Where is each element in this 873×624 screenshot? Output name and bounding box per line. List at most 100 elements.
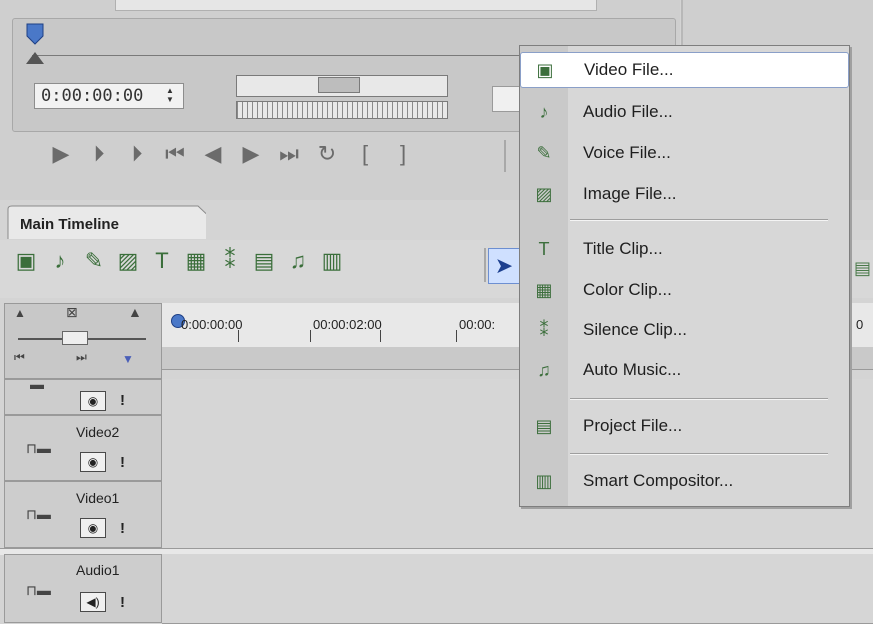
menu-item-smart-compositor[interactable]: ▥ Smart Compositor... (520, 463, 849, 499)
add-title-clip-icon[interactable]: T (150, 246, 174, 276)
cursor-arrow-icon: ➤ (494, 253, 514, 278)
track-flag-icon: ! (120, 454, 125, 471)
storyboard-icon[interactable]: ▤ (854, 258, 871, 279)
menu-item-color-clip[interactable]: ▦ Color Clip... (520, 272, 849, 308)
mark-in-icon[interactable]: [ (352, 134, 378, 174)
menu-item-audio-file[interactable]: ♪ Audio File... (520, 94, 849, 130)
menu-item-label: Auto Music... (583, 360, 682, 379)
lock-icon[interactable]: ⊓▬ (26, 582, 51, 599)
menu-item-label: Video File... (584, 60, 674, 79)
silence-clip-icon: ⁑ (539, 319, 549, 340)
ruler-tick (238, 330, 239, 342)
top-strip (115, 0, 597, 11)
menu-item-image-file[interactable]: ▨ Image File... (520, 176, 849, 212)
menu-item-silence-clip[interactable]: ⁑ Silence Clip... (520, 312, 849, 348)
menu-item-voice-file[interactable]: ✎ Voice File... (520, 135, 849, 171)
menu-item-label: Title Clip... (583, 239, 663, 258)
video-file-icon: ▣ (536, 59, 554, 80)
lock-icon[interactable]: ⊓▬ (26, 440, 51, 457)
track-flag-icon: ! (120, 520, 125, 537)
auto-music-icon: ♫ (537, 359, 551, 380)
add-color-clip-icon[interactable]: ▦ (184, 246, 208, 276)
volume-field[interactable] (492, 86, 522, 112)
go-to-end-icon[interactable]: ⏭ (276, 134, 302, 174)
menu-item-video-file[interactable]: ▣ Video File... (520, 52, 849, 88)
timecode-value: 0:00:00:00 (41, 86, 144, 106)
menu-separator (570, 398, 828, 400)
ruler-label: 0 (856, 317, 864, 332)
ruler-tick (380, 330, 381, 342)
track-flag-icon: ! (120, 392, 125, 409)
visibility-eye-icon[interactable]: ◉ (80, 391, 106, 411)
zoom-out-icon[interactable]: ▲ (14, 306, 26, 320)
add-project-file-icon[interactable]: ▤ (252, 246, 276, 276)
add-audio-file-icon[interactable]: ♪ (48, 246, 72, 276)
title-clip-icon: T (538, 238, 550, 259)
zoom-slider-knob[interactable] (62, 331, 88, 345)
previous-edit-icon[interactable]: ⏮ (14, 350, 25, 365)
fit-timeline-icon[interactable]: ⊠ (66, 304, 78, 321)
menu-item-label: Color Clip... (583, 280, 672, 299)
ruler-label: 0:00:00:00 (181, 317, 243, 332)
add-image-file-icon[interactable]: ▨ (116, 246, 140, 276)
track-options-dropdown-icon[interactable]: ▼ (122, 352, 134, 366)
lock-icon[interactable]: ⊓▬ (26, 506, 51, 523)
menu-item-label: Project File... (583, 416, 683, 435)
ruler-label: 00:00: (459, 317, 496, 332)
go-to-start-icon[interactable]: ⏮ (162, 134, 188, 174)
add-auto-music-icon[interactable]: ♫ (286, 246, 310, 276)
next-frame-icon[interactable]: ▶ (238, 134, 264, 174)
project-file-icon: ▤ (535, 415, 553, 436)
visibility-eye-icon[interactable]: ◉ (80, 452, 106, 472)
speaker-icon[interactable]: ◀) (80, 592, 106, 612)
menu-separator (570, 219, 828, 221)
toolbar-separator (484, 248, 486, 282)
play-icon[interactable]: ▶ (48, 134, 74, 174)
next-edit-icon[interactable]: ⏭ (76, 350, 87, 365)
tab-main-timeline[interactable]: Main Timeline (20, 216, 119, 233)
loop-icon[interactable]: ↻ (314, 134, 340, 174)
ruler-label: 00:00:02:00 (313, 317, 382, 332)
previous-frame-icon[interactable]: ◀ (200, 134, 226, 174)
track-name: Video1 (76, 490, 120, 506)
add-video-file-icon[interactable]: ▣ (14, 246, 38, 276)
menu-separator (570, 453, 828, 455)
timecode-display[interactable]: 0:00:00:00 (34, 83, 184, 109)
menu-item-label: Smart Compositor... (583, 471, 734, 490)
smart-compositor-icon[interactable]: ▥ (320, 246, 344, 276)
toolbar-icon-group: ▣ ♪ ✎ ▨ T ▦ ⁑ ▤ ♫ ▥ (14, 246, 344, 276)
menu-item-label: Audio File... (583, 102, 673, 121)
ruler-tick (456, 330, 457, 342)
menu-item-auto-music[interactable]: ♫ Auto Music... (520, 352, 849, 388)
menu-item-label: Image File... (583, 184, 677, 203)
track-name: Audio1 (76, 562, 120, 578)
track-name: Video2 (76, 424, 120, 440)
select-tool-button[interactable]: ➤ (488, 248, 520, 284)
menu-item-project-file[interactable]: ▤ Project File... (520, 408, 849, 444)
track-flag-icon: ! (120, 594, 125, 611)
voice-file-icon: ✎ (536, 142, 552, 163)
add-silence-clip-icon[interactable]: ⁑ (218, 246, 242, 276)
visibility-eye-icon[interactable]: ◉ (80, 518, 106, 538)
lock-icon[interactable]: ▬ (30, 376, 44, 392)
mark-out-icon[interactable]: ] (390, 134, 416, 174)
zoom-in-icon[interactable]: ▲ (128, 304, 142, 320)
add-voice-file-icon[interactable]: ✎ (82, 246, 106, 276)
image-file-icon: ▨ (535, 183, 553, 204)
shuttle-knob[interactable] (318, 77, 360, 93)
menu-item-label: Silence Clip... (583, 320, 687, 339)
timecode-spinner-icon[interactable]: ▲ ▼ (166, 86, 178, 106)
jog-wheel[interactable] (236, 101, 448, 119)
color-clip-icon: ▦ (535, 279, 553, 300)
smart-compositor-icon: ▥ (535, 470, 553, 491)
audio-file-icon: ♪ (539, 101, 549, 122)
play-from-start-icon[interactable]: ⏵ (124, 134, 150, 174)
menu-item-title-clip[interactable]: T Title Clip... (520, 231, 849, 267)
scrub-marker-icon[interactable] (24, 22, 46, 66)
transport-controls: ▶ ⏵ ⏵ ⏮ ◀ ▶ ⏭ ↻ [] (48, 134, 416, 174)
menu-item-label: Voice File... (583, 143, 671, 162)
ruler-tick (310, 330, 311, 342)
track-lane-audio1[interactable] (162, 554, 873, 624)
transport-separator (504, 140, 506, 172)
play-range-icon[interactable]: ⏵ (86, 134, 112, 174)
